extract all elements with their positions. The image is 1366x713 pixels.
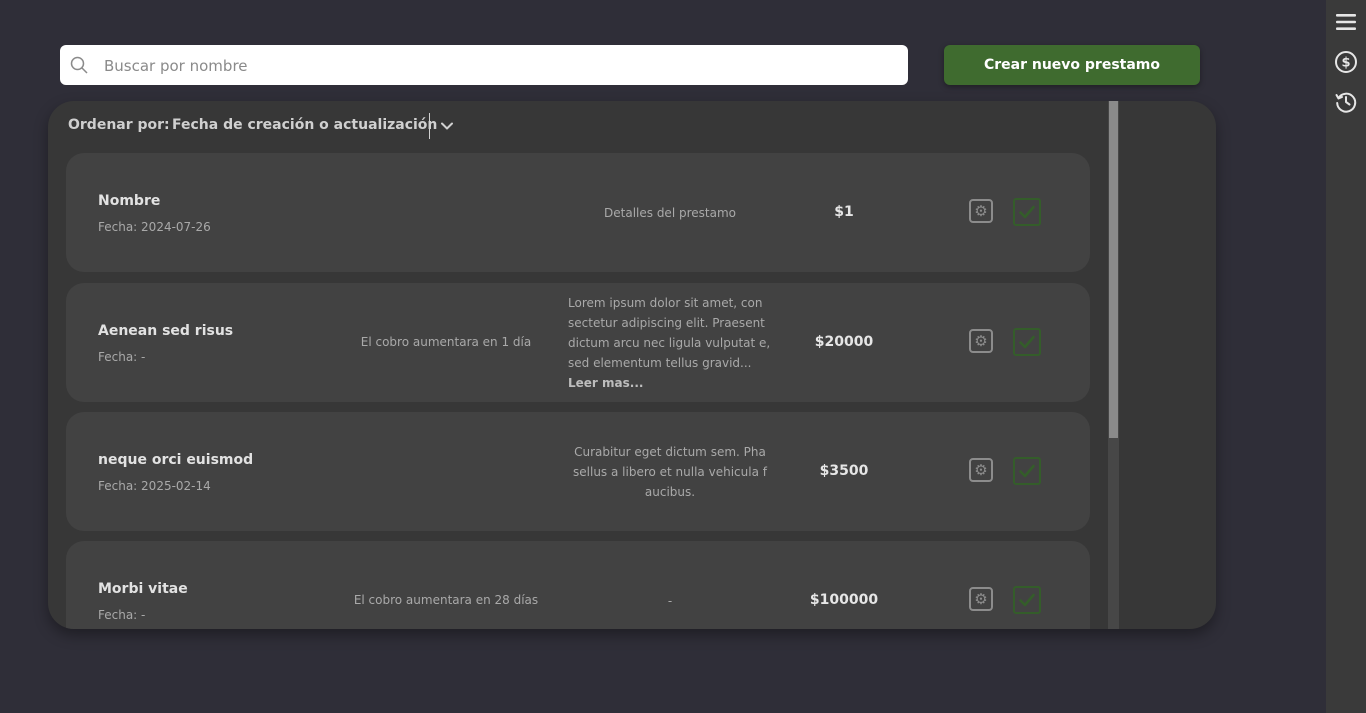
loan-card[interactable]: Nombre Fecha: 2024-07-26 Detalles del pr… <box>66 153 1090 272</box>
mark-paid-button[interactable] <box>1013 198 1041 226</box>
svg-text:$: $ <box>1341 56 1350 71</box>
sort-label: Ordenar por: <box>68 117 170 133</box>
loans-panel: Ordenar por: Fecha de creación o actuali… <box>48 101 1216 629</box>
checkmark-icon <box>1019 593 1035 607</box>
gear-icon: ⚙ <box>974 201 988 220</box>
sort-divider <box>429 113 430 139</box>
settings-button[interactable]: ⚙ <box>969 199 993 223</box>
search-icon <box>70 56 88 74</box>
loan-date: Fecha: 2025-02-14 <box>98 479 211 493</box>
menu-icon[interactable] <box>1334 10 1358 34</box>
loan-name: Morbi vitae <box>98 581 188 597</box>
loan-name: Nombre <box>98 193 161 209</box>
scrollbar[interactable] <box>1108 101 1119 629</box>
right-sidebar: $ <box>1326 0 1366 713</box>
loan-details: Detalles del prestamo <box>604 206 736 220</box>
history-icon[interactable] <box>1334 90 1358 114</box>
loan-name: Aenean sed risus <box>98 323 234 339</box>
loan-date: Fecha: 2024-07-26 <box>98 220 211 234</box>
settings-button[interactable]: ⚙ <box>969 329 993 353</box>
create-loan-button[interactable]: Crear nuevo prestamo <box>944 45 1200 85</box>
settings-button[interactable]: ⚙ <box>969 587 993 611</box>
loan-card[interactable]: Aenean sed risus Fecha: - El cobro aumen… <box>66 283 1090 402</box>
loan-amount: $100000 <box>809 592 879 608</box>
loan-details: Curabitur eget dictum sem. Pha sellus a … <box>573 445 767 499</box>
loan-details: Lorem ipsum dolor sit amet, con sectetur… <box>568 293 772 393</box>
loan-card[interactable]: Morbi vitae Fecha: - El cobro aumentara … <box>66 541 1090 629</box>
loan-status: El cobro aumentara en 28 días <box>353 593 539 607</box>
checkmark-icon <box>1019 335 1035 349</box>
sort-select-value[interactable]: Fecha de creación o actualización <box>172 117 437 133</box>
gear-icon: ⚙ <box>974 331 988 350</box>
loan-amount: $1 <box>834 204 854 220</box>
mark-paid-button[interactable] <box>1013 328 1041 356</box>
gear-icon: ⚙ <box>974 460 988 479</box>
gear-icon: ⚙ <box>974 589 988 608</box>
read-more-link[interactable]: Leer mas... <box>568 373 772 393</box>
loan-name: neque orci euismod <box>98 452 254 468</box>
loan-amount: $20000 <box>814 334 874 350</box>
chevron-down-icon[interactable] <box>440 119 454 133</box>
loan-date: Fecha: - <box>98 350 146 364</box>
checkmark-icon <box>1019 464 1035 478</box>
scrollbar-thumb[interactable] <box>1109 101 1118 438</box>
mark-paid-button[interactable] <box>1013 457 1041 485</box>
loan-details: - <box>667 594 673 608</box>
loan-status: El cobro aumentara en 1 día <box>360 335 532 349</box>
checkmark-icon <box>1019 205 1035 219</box>
search-input[interactable] <box>102 45 896 87</box>
search-box[interactable] <box>60 45 908 87</box>
loan-details-text: Lorem ipsum dolor sit amet, con sectetur… <box>568 296 771 370</box>
dollar-icon[interactable]: $ <box>1334 50 1358 74</box>
loan-date: Fecha: - <box>98 608 146 622</box>
loan-amount: $3500 <box>819 463 869 479</box>
settings-button[interactable]: ⚙ <box>969 458 993 482</box>
mark-paid-button[interactable] <box>1013 586 1041 614</box>
loan-card[interactable]: neque orci euismod Fecha: 2025-02-14 Cur… <box>66 412 1090 531</box>
